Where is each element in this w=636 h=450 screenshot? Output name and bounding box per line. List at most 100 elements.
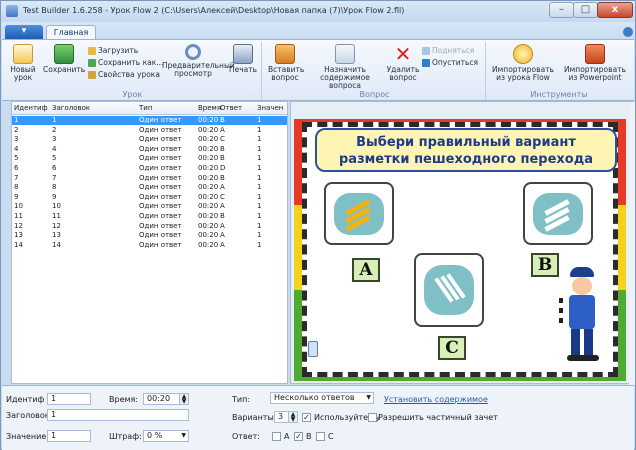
move-up-button[interactable]: Подняться (422, 46, 474, 55)
cell-id: 7 (14, 173, 19, 182)
variants-spinner[interactable]: ▲ ▼ (288, 412, 297, 423)
table-row[interactable]: 9 9 Один ответ 00:20 C 1 (12, 193, 287, 202)
partial-credit-checkbox[interactable] (368, 413, 377, 422)
answer-a-checkbox[interactable] (272, 432, 281, 441)
question-properties-panel: Идентиф 1 Время: 00:20 ▲ ▼ Заголовок: 1 З… (2, 385, 634, 450)
traffic-officer-picture (559, 267, 605, 363)
table-row[interactable]: 6 6 Один ответ 00:20 D 1 (12, 164, 287, 173)
printer-icon (233, 44, 253, 64)
cell-value: 1 (257, 144, 262, 153)
type-label: Тип: (232, 395, 251, 404)
delete-question-button[interactable]: ✕ Удалить вопрос (386, 44, 420, 82)
table-row[interactable]: 7 7 Один ответ 00:20 B 1 (12, 174, 287, 183)
value-field[interactable]: 1 (47, 430, 91, 442)
load-button[interactable]: Загрузить (88, 46, 138, 55)
import-powerpoint-button[interactable]: Импортировать из Powerpoint (560, 44, 630, 82)
cell-type: Один ответ (139, 164, 182, 172)
cell-title: 3 (52, 135, 57, 144)
table-row[interactable]: 14 14 Один ответ 00:20 A 1 (12, 241, 287, 250)
col-id-header[interactable]: Идентиф (14, 104, 48, 112)
import-flow-button[interactable]: Импортировать из урока Flow (488, 44, 558, 82)
maximize-button[interactable]: □ (573, 2, 598, 18)
cell-id: 3 (14, 135, 19, 144)
table-row[interactable]: 2 2 Один ответ 00:20 A 1 (12, 126, 287, 135)
cell-value: 1 (257, 202, 262, 211)
cell-time: 00:20 (198, 173, 219, 182)
table-row[interactable]: 8 8 Один ответ 00:20 A 1 (12, 183, 287, 192)
table-row[interactable]: 12 12 Один ответ 00:20 A 1 (12, 222, 287, 231)
answer-a-label: A (284, 432, 290, 441)
table-row[interactable]: 1 1 Один ответ 00:20 B 1 (12, 116, 287, 125)
option-b-card[interactable] (523, 182, 593, 245)
save-as-button[interactable]: Сохранить как... (88, 58, 163, 67)
variants-field[interactable]: 3 ▲ ▼ (274, 411, 298, 423)
cell-type: Один ответ (139, 202, 182, 211)
answer-b-label: B (306, 432, 312, 441)
window-title: Test Builder 1.6.258 - Урок Flow 2 (C:\U… (23, 6, 405, 15)
title-field[interactable]: 1 (47, 409, 189, 421)
cell-time: 00:20 (198, 154, 219, 163)
cell-title: 14 (52, 240, 61, 249)
ribbon: Новый урок Сохранить Загрузить Сохранить… (2, 39, 634, 101)
col-time-header[interactable]: Время (198, 104, 221, 112)
crosswalk-diagonal-icon (424, 265, 474, 315)
folder-icon (88, 47, 96, 55)
import-flow-icon (513, 44, 533, 64)
assign-content-button[interactable]: Назначить содержимое вопроса (306, 44, 384, 90)
answer-label: Ответ: (232, 432, 260, 441)
cell-title: 5 (52, 154, 57, 163)
minimize-button[interactable]: – (549, 2, 574, 18)
group-tools: Импортировать из урока Flow Импортироват… (488, 42, 630, 100)
lesson-properties-button[interactable]: Свойства урока (88, 70, 160, 79)
preview-button[interactable]: Предварительный просмотр (162, 44, 235, 78)
cell-id: 5 (14, 154, 19, 163)
option-c-label[interactable]: C (438, 336, 466, 360)
cell-value: 1 (257, 240, 262, 249)
table-row[interactable]: 3 3 Один ответ 00:20 C 1 (12, 135, 287, 144)
cell-time: 00:20 (198, 183, 219, 192)
col-value-header[interactable]: Значен (257, 104, 283, 112)
option-b-label[interactable]: B (531, 253, 559, 277)
time-label: Время: (109, 395, 139, 404)
insert-question-icon (275, 44, 295, 64)
import-flow-label: Импортировать из урока Flow (492, 65, 554, 82)
cell-value: 1 (257, 135, 262, 144)
app-menu-button[interactable]: ▾ (5, 25, 43, 39)
table-row[interactable]: 10 10 Один ответ 00:20 A 1 (12, 202, 287, 211)
table-row[interactable]: 13 13 Один ответ 00:20 A 1 (12, 231, 287, 240)
option-a-label[interactable]: A (352, 258, 380, 282)
answer-c-checkbox[interactable] (316, 432, 325, 441)
cell-answer: B (220, 154, 225, 163)
help-icon[interactable] (623, 27, 633, 37)
col-answer-header[interactable]: Ответ (220, 104, 242, 112)
answer-b-checkbox[interactable]: ✓ (294, 432, 303, 441)
move-down-button[interactable]: Опуститься (422, 58, 478, 67)
cell-type: Один ответ (139, 173, 182, 182)
save-icon (54, 44, 74, 64)
cell-answer: A (220, 183, 225, 192)
time-field[interactable]: 00:20 ▲ ▼ (143, 393, 189, 405)
col-type-header[interactable]: Тип (139, 104, 152, 112)
save-button[interactable]: Сохранить (43, 44, 85, 74)
answer-c-label: C (328, 432, 334, 441)
print-button[interactable]: Печать (228, 44, 258, 74)
type-dropdown[interactable]: Несколько ответов ▼ (270, 392, 374, 404)
preview-scrollbar[interactable] (629, 102, 635, 385)
use-checkbox[interactable]: ✓ (302, 413, 311, 422)
penalty-dropdown[interactable]: 0 % ▼ (143, 430, 189, 442)
cell-title: 12 (52, 221, 61, 230)
table-row[interactable]: 11 11 Один ответ 00:20 B 1 (12, 212, 287, 221)
insert-question-button[interactable]: Вставить вопрос (268, 44, 304, 82)
cell-title: 13 (52, 231, 61, 240)
table-row[interactable]: 4 4 Один ответ 00:20 B 1 (12, 145, 287, 154)
id-field[interactable]: 1 (47, 393, 91, 405)
cell-value: 1 (257, 116, 262, 124)
time-spinner[interactable]: ▲ ▼ (179, 394, 188, 405)
option-a-card[interactable] (324, 182, 394, 245)
close-button[interactable]: x (597, 2, 633, 18)
col-title-header[interactable]: Заголовок (52, 104, 90, 112)
option-c-card[interactable] (414, 253, 484, 327)
set-content-link[interactable]: Установить содержимое (384, 395, 488, 404)
table-row[interactable]: 5 5 Один ответ 00:20 B 1 (12, 154, 287, 163)
new-lesson-button[interactable]: Новый урок (8, 44, 38, 82)
